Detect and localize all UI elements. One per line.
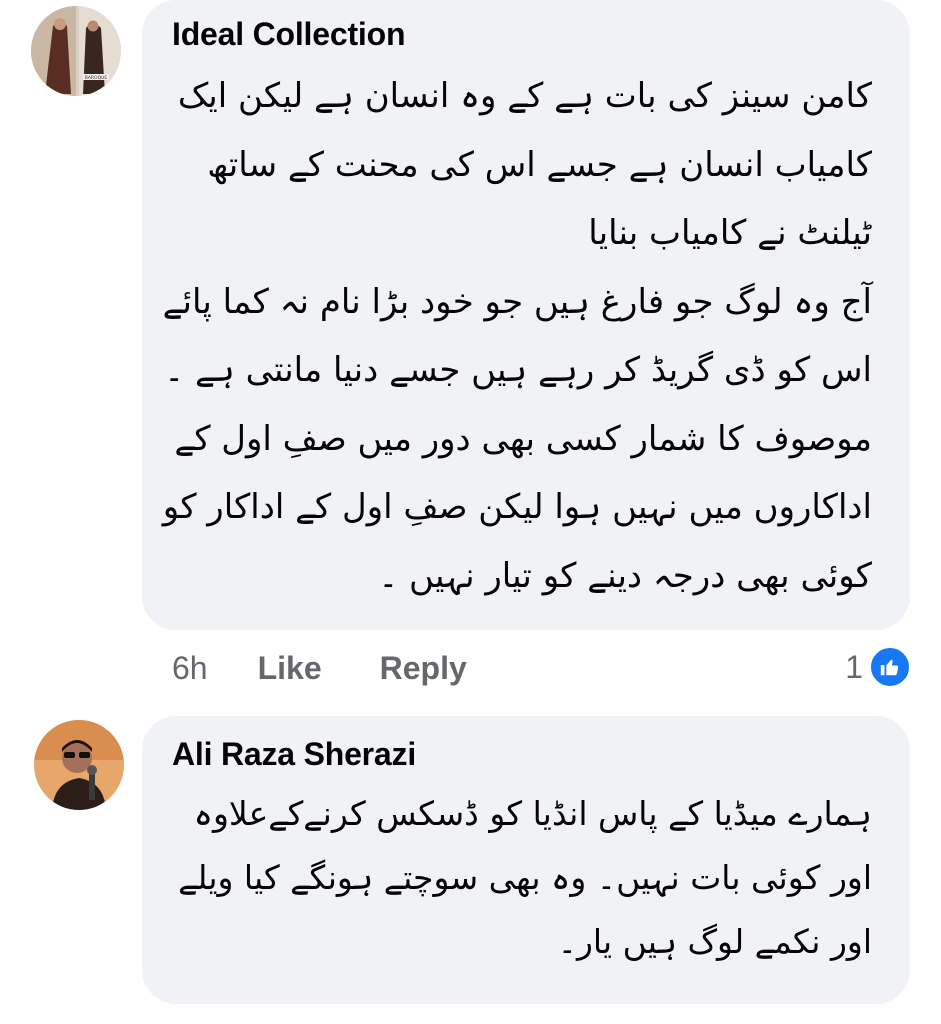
comment-bubble: Ideal Collection کامن سینز کی بات ہے کے … (142, 0, 910, 630)
avatar-photo-icon (34, 720, 124, 810)
comment-line: اور کوئی بات نہیں۔ وہ بھی سوچتے ہونگے کی… (178, 858, 872, 897)
comment-timestamp[interactable]: 6h (172, 650, 208, 687)
reply-button[interactable]: Reply (380, 650, 467, 687)
comment-body: ہمارے میڈیا کے پاس انڈیا کو ڈسکس کرنےکےع… (178, 782, 872, 974)
comment-line: ہمارے میڈیا کے پاس انڈیا کو ڈسکس کرنےکےع… (193, 794, 872, 833)
comment-line: اس کو ڈی گریڈ کر رہے ہیں جسے دنیا مانتی … (164, 350, 872, 390)
comment-line: اداکاروں میں نہیں ہوا لیکن صفِ اول کے اد… (162, 487, 872, 527)
comment-actions: 6h Like Reply (172, 648, 525, 688)
avatar-brand-text: BAROQUE (85, 75, 108, 81)
avatar-photo-icon: BAROQUE (31, 6, 121, 96)
comment-line: آج وہ لوگ جو فارغ ہیں جو خود بڑا نام نہ … (162, 281, 872, 322)
comment-line: کامن سینز کی بات ہے کے وہ انسان ہے لیکن … (177, 76, 872, 116)
comment-body: کامن سینز کی بات ہے کے وہ انسان ہے لیکن … (163, 62, 872, 610)
comments-thread: BAROQUE Ideal Collection کامن سینز کی با… (0, 0, 941, 1024)
comment-author[interactable]: Ideal Collection (172, 16, 405, 53)
comment-line: اور نکمے لوگ ہیں یار۔ (557, 922, 872, 961)
thumbs-up-icon (869, 646, 911, 688)
reaction-summary[interactable]: 1 (845, 646, 911, 688)
like-button[interactable]: Like (258, 650, 322, 687)
comment-bubble: Ali Raza Sherazi ہمارے میڈیا کے پاس انڈی… (142, 716, 910, 1004)
comment-line: موصوف کا شمار کسی بھی دور میں صفِ اول کے (174, 418, 872, 459)
comment-line: ٹیلنٹ نے کامیاب بنایا (588, 213, 872, 253)
comment-line: کوئی بھی درجہ دینے کو تیار نہیں ۔ (378, 555, 872, 596)
reaction-count: 1 (845, 648, 863, 685)
avatar-ideal-collection[interactable]: BAROQUE (31, 6, 121, 96)
comment-author[interactable]: Ali Raza Sherazi (172, 736, 416, 773)
avatar-ali-raza-sherazi[interactable] (34, 720, 124, 810)
comment-line: کامیاب انسان ہے جسے اس کی محنت کے ساتھ (207, 144, 872, 185)
